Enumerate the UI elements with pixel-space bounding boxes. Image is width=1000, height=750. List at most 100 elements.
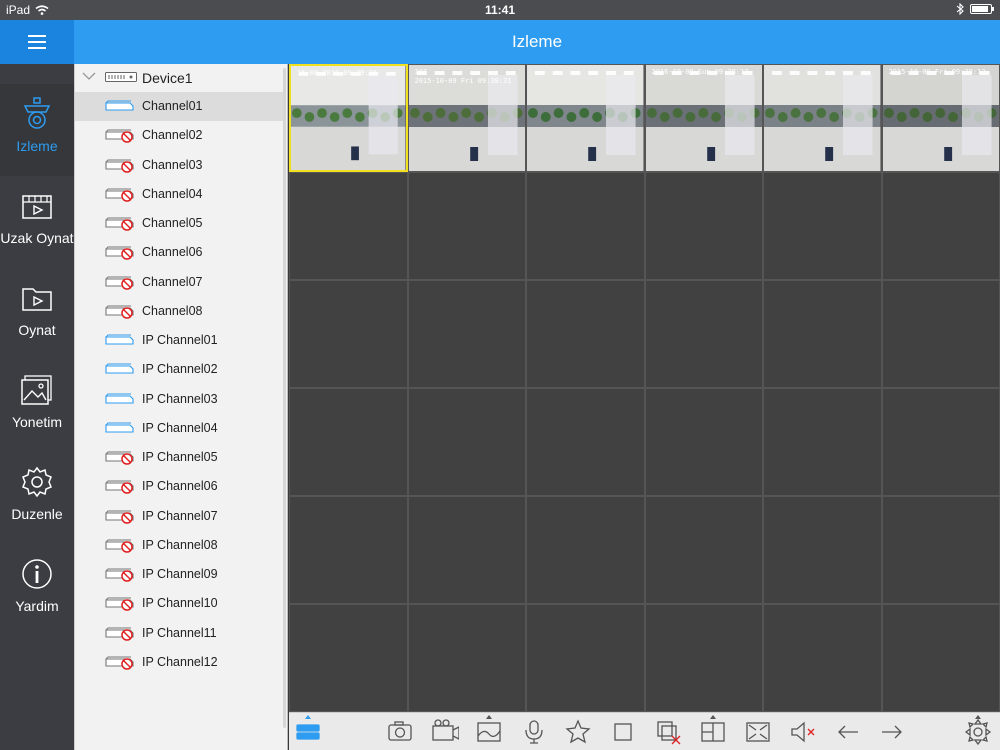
app-header: Izleme	[0, 20, 1000, 64]
channel-label: Channel08	[142, 303, 203, 318]
menu-button[interactable]	[0, 20, 74, 64]
sidebar-item-duzenle[interactable]: Duzenle	[0, 452, 74, 544]
device-node[interactable]: Device1	[75, 64, 283, 92]
sidebar-item-izleme[interactable]: Izleme	[0, 84, 74, 176]
video-cell[interactable]	[289, 280, 408, 388]
video-cell[interactable]: 15-08-2016 09:39:36	[289, 64, 408, 172]
tree-channel-item[interactable]: IP Channel11	[75, 619, 283, 648]
snapshot-icon	[388, 721, 412, 741]
channel-label: Channel07	[142, 274, 203, 289]
video-cell[interactable]	[881, 280, 1000, 388]
tree-channel-item[interactable]: Channel05	[75, 209, 283, 238]
device-tree: Device1 Channel01 Channel02 Channel03 Chann…	[74, 64, 288, 750]
close-all-button[interactable]	[653, 719, 683, 745]
video-cell[interactable]	[526, 64, 645, 172]
tree-channel-item[interactable]: Channel02	[75, 121, 283, 150]
tree-channel-item[interactable]: Channel08	[75, 297, 283, 326]
tree-channel-item[interactable]: IP Channel07	[75, 502, 283, 531]
sidebar-item-yardim[interactable]: Yardim	[0, 544, 74, 636]
prev-page-button[interactable]	[833, 719, 863, 745]
video-cell[interactable]	[407, 388, 526, 496]
battery-icon	[970, 4, 994, 14]
video-cell[interactable]: 103 2015-10-09 Fri 09:38:31	[407, 64, 526, 172]
snapshot-button[interactable]	[385, 719, 415, 745]
sidebar-item-yonetim[interactable]: Yonetim	[0, 360, 74, 452]
tree-channel-item[interactable]: IP Channel02	[75, 355, 283, 384]
tree-scrollbar[interactable]	[283, 68, 286, 728]
video-cell[interactable]	[289, 604, 408, 712]
video-cell[interactable]	[407, 604, 526, 712]
tree-channel-item[interactable]: IP Channel01	[75, 326, 283, 355]
device-list-button[interactable]	[293, 715, 323, 745]
video-cell[interactable]	[763, 172, 882, 280]
video-cell[interactable]: 2016-10-09 Sun 09:38:12	[644, 64, 763, 172]
video-cell[interactable]	[407, 280, 526, 388]
chevron-down-icon[interactable]	[81, 70, 97, 82]
channel-label: Channel03	[142, 157, 203, 172]
record-button[interactable]	[430, 719, 460, 745]
single-view-button[interactable]	[608, 719, 638, 745]
tree-channel-item[interactable]: Channel04	[75, 180, 283, 209]
tree-channel-item[interactable]: Channel03	[75, 151, 283, 180]
video-cell[interactable]	[289, 496, 408, 604]
video-cell[interactable]: 2015-10-09 Fri 09:38:12	[881, 64, 1000, 172]
video-cell[interactable]	[763, 604, 882, 712]
channel-offline-icon	[105, 656, 134, 670]
video-cell[interactable]	[881, 172, 1000, 280]
favorite-star-button[interactable]	[563, 719, 593, 745]
tree-channel-item[interactable]: Channel07	[75, 268, 283, 297]
mute-button[interactable]	[788, 719, 818, 745]
video-cell[interactable]	[644, 280, 763, 388]
tree-channel-item[interactable]: IP Channel03	[75, 385, 283, 414]
next-page-button[interactable]	[877, 719, 907, 745]
video-cell[interactable]	[407, 496, 526, 604]
video-cell[interactable]	[881, 388, 1000, 496]
tree-channel-item[interactable]: IP Channel04	[75, 414, 283, 443]
hamburger-icon	[28, 35, 46, 49]
video-cell[interactable]	[289, 388, 408, 496]
fullscreen-icon	[746, 722, 770, 742]
video-cell[interactable]	[526, 280, 645, 388]
tree-channel-item[interactable]: Channel01	[75, 92, 283, 121]
video-cell[interactable]	[763, 496, 882, 604]
video-cell[interactable]	[644, 496, 763, 604]
tree-channel-item[interactable]: IP Channel06	[75, 472, 283, 501]
video-cell[interactable]	[881, 496, 1000, 604]
next-page-icon	[882, 725, 902, 739]
tree-channel-item[interactable]: IP Channel10	[75, 589, 283, 618]
fullscreen-button[interactable]	[743, 719, 773, 745]
video-cell[interactable]	[763, 280, 882, 388]
tree-channel-item[interactable]: IP Channel12	[75, 648, 283, 677]
channel-label: IP Channel04	[142, 420, 218, 435]
video-cell[interactable]	[526, 388, 645, 496]
bottom-toolbar	[289, 712, 1000, 750]
microphone-icon	[525, 720, 543, 744]
video-cell[interactable]	[526, 604, 645, 712]
video-cell[interactable]	[644, 388, 763, 496]
channel-offline-icon	[105, 568, 134, 582]
video-cell[interactable]	[763, 388, 882, 496]
video-cell[interactable]	[526, 496, 645, 604]
video-cell[interactable]	[644, 604, 763, 712]
sidebar-item-uzak-oynat[interactable]: Uzak Oynat	[0, 176, 74, 268]
channel-label: IP Channel05	[142, 450, 218, 464]
video-cell[interactable]	[526, 172, 645, 280]
sidebar-item-oynat[interactable]: Oynat	[0, 268, 74, 360]
tree-channel-item[interactable]: IP Channel05	[75, 443, 283, 472]
tree-channel-item[interactable]: IP Channel08	[75, 531, 283, 560]
playback-folder-icon	[22, 288, 52, 311]
channel-offline-icon	[105, 159, 134, 173]
microphone-button[interactable]	[519, 719, 549, 745]
image-quality-button[interactable]	[474, 715, 504, 745]
video-cell[interactable]	[763, 64, 882, 172]
live-video-feed	[645, 65, 762, 171]
video-cell[interactable]	[407, 172, 526, 280]
ptz-button[interactable]	[963, 715, 993, 746]
video-cell[interactable]	[644, 172, 763, 280]
video-cell[interactable]	[289, 172, 408, 280]
split-layout-button[interactable]	[698, 715, 728, 745]
tree-channel-item[interactable]: IP Channel09	[75, 560, 283, 589]
video-cell[interactable]	[881, 604, 1000, 712]
channel-label: IP Channel02	[142, 362, 218, 377]
tree-channel-item[interactable]: Channel06	[75, 238, 283, 267]
